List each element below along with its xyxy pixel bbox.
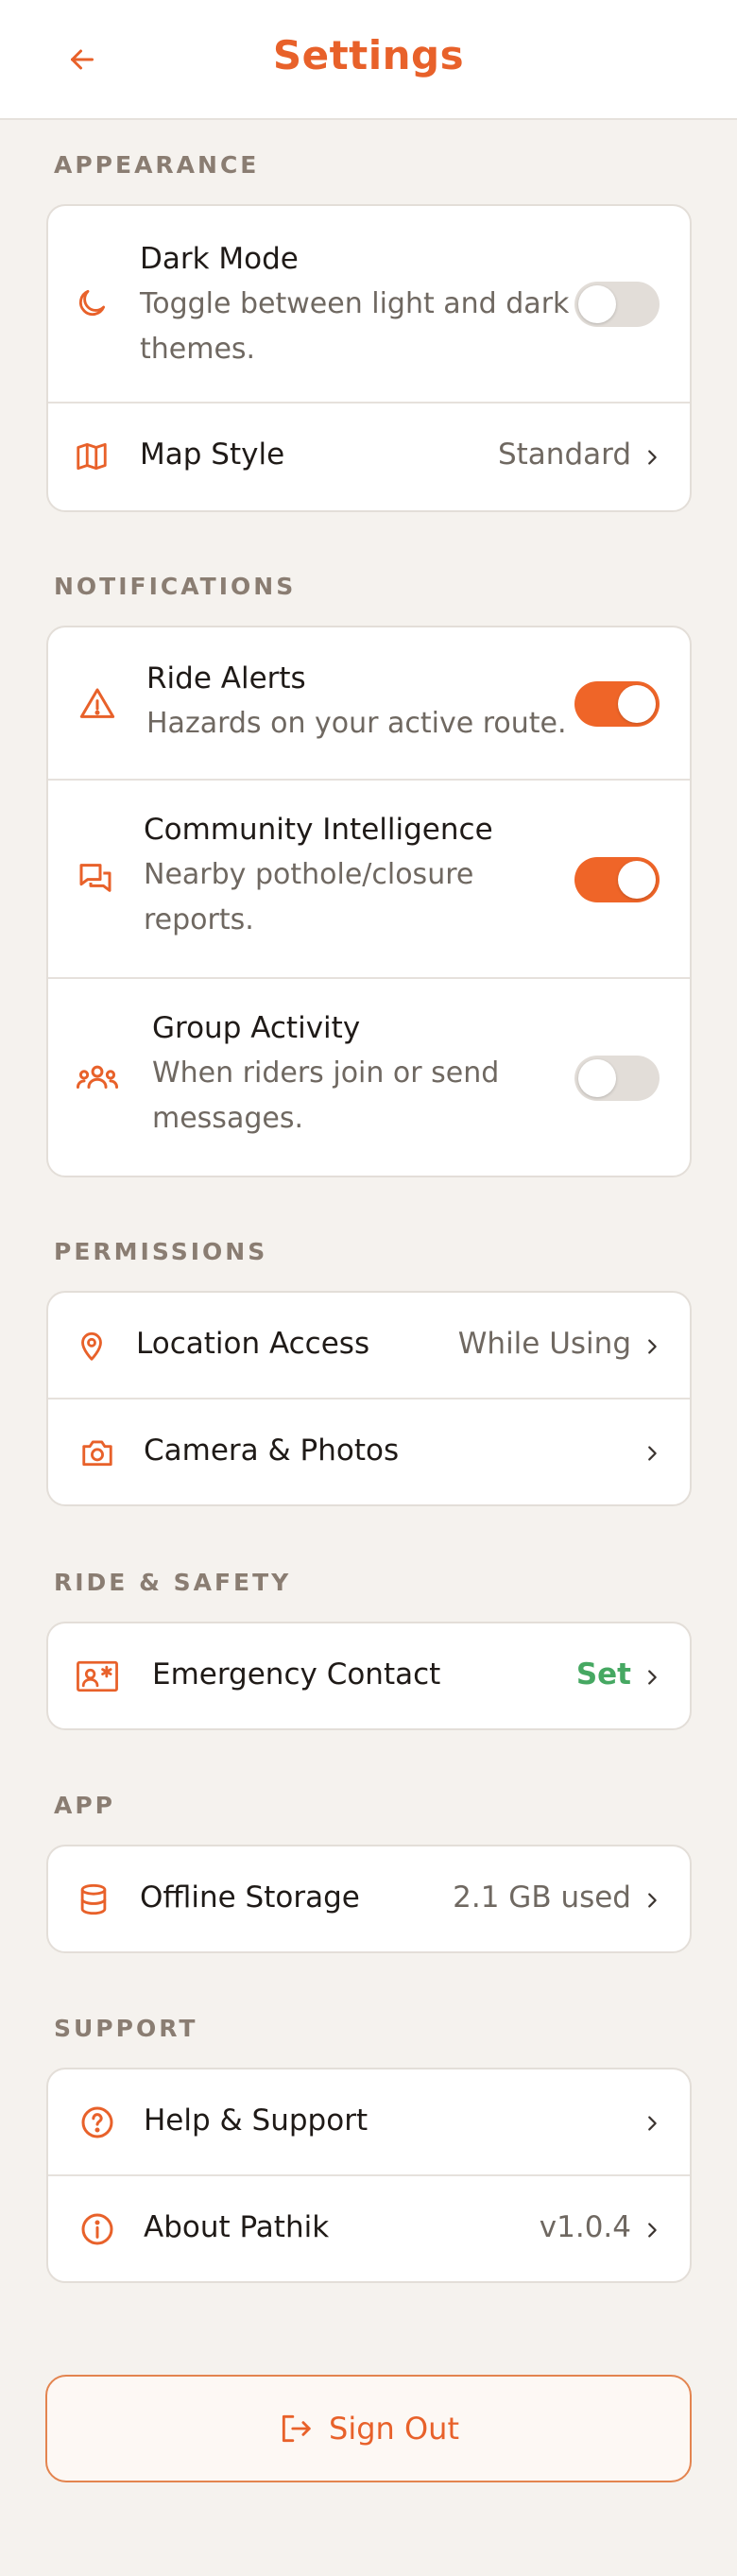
camera-photos-title: Camera & Photos: [144, 1434, 400, 1468]
section-label-support: SUPPORT: [54, 2015, 198, 2042]
chevron-right-icon: [641, 2219, 663, 2241]
row-about[interactable]: About Pathik v1.0.4: [48, 2176, 690, 2281]
camera-icon: [76, 1431, 119, 1474]
toggle-knob: [578, 285, 616, 323]
row-map-style[interactable]: Map Style Standard: [48, 404, 690, 510]
row-help-support[interactable]: Help & Support: [48, 2069, 690, 2176]
help-icon: [76, 2101, 119, 2144]
offline-storage-title: Offline Storage: [140, 1880, 360, 1915]
section-label-notifications: NOTIFICATIONS: [54, 573, 297, 600]
about-title: About Pathik: [144, 2210, 330, 2244]
group-activity-toggle[interactable]: [574, 1056, 660, 1101]
group-icon: [76, 1055, 119, 1098]
chevron-right-icon: [641, 446, 663, 469]
map-style-title: Map Style: [140, 438, 285, 472]
section-label-permissions: PERMISSIONS: [54, 1238, 268, 1265]
emergency-contact-title: Emergency Contact: [152, 1657, 441, 1692]
notifications-card: Ride Alerts Hazards on your active route…: [46, 626, 692, 1177]
group-activity-title: Group Activity: [152, 1011, 361, 1045]
chevron-right-icon: [641, 2112, 663, 2135]
section-label-appearance: APPEARANCE: [54, 151, 260, 179]
toggle-knob: [618, 685, 656, 723]
group-activity-subtitle: When riders join or send messages.: [152, 1056, 500, 1135]
offline-storage-value: 2.1 GB used: [453, 1880, 631, 1915]
toggle-knob: [578, 1059, 616, 1097]
moon-icon: [70, 282, 113, 325]
help-support-title: Help & Support: [144, 2104, 368, 2138]
row-community-intelligence: Community Intelligence Nearby pothole/cl…: [48, 781, 690, 979]
location-access-value: While Using: [457, 1327, 631, 1361]
info-icon: [76, 2207, 119, 2251]
emergency-contact-value: Set: [575, 1657, 631, 1692]
about-version: v1.0.4: [539, 2210, 631, 2244]
sign-out-label: Sign Out: [329, 2411, 459, 2447]
support-card: Help & Support About Pathik v1.0.4: [46, 2068, 692, 2283]
section-label-ride-safety: RIDE & SAFETY: [54, 1569, 292, 1596]
chevron-right-icon: [641, 1442, 663, 1465]
chat-icon: [74, 856, 117, 900]
chevron-right-icon: [641, 1335, 663, 1358]
emergency-contact-icon: [76, 1655, 119, 1698]
row-dark-mode: Dark Mode Toggle between light and dark …: [48, 206, 690, 404]
map-icon: [70, 435, 113, 478]
row-offline-storage[interactable]: Offline Storage 2.1 GB used: [48, 1846, 690, 1951]
row-camera-photos[interactable]: Camera & Photos: [48, 1400, 690, 1504]
community-title: Community Intelligence: [144, 813, 493, 847]
ride-alerts-subtitle: Hazards on your active route.: [146, 707, 567, 740]
permissions-card: Location Access While Using Camera & Pho…: [46, 1291, 692, 1506]
ride-alerts-title: Ride Alerts: [146, 661, 306, 696]
map-style-value: Standard: [497, 438, 631, 472]
row-location-access[interactable]: Location Access While Using: [48, 1293, 690, 1400]
sign-out-button[interactable]: Sign Out: [45, 2375, 692, 2482]
sign-out-icon: [282, 2414, 311, 2443]
section-label-app: APP: [54, 1792, 115, 1819]
dark-mode-subtitle: Toggle between light and dark themes.: [140, 287, 570, 366]
dark-mode-toggle[interactable]: [574, 282, 660, 327]
appearance-card: Dark Mode Toggle between light and dark …: [46, 204, 692, 512]
warning-icon: [76, 682, 119, 726]
chevron-right-icon: [641, 1889, 663, 1912]
database-icon: [72, 1878, 115, 1921]
app-card: Offline Storage 2.1 GB used: [46, 1845, 692, 1953]
community-subtitle: Nearby pothole/closure reports.: [144, 858, 474, 936]
ride-safety-card: Emergency Contact Set: [46, 1622, 692, 1730]
top-bar: Settings: [0, 0, 737, 120]
chevron-right-icon: [641, 1666, 663, 1689]
row-group-activity: Group Activity When riders join or send …: [48, 979, 690, 1176]
location-pin-icon: [70, 1324, 113, 1367]
ride-alerts-toggle[interactable]: [574, 681, 660, 727]
community-toggle[interactable]: [574, 857, 660, 902]
location-access-title: Location Access: [136, 1327, 370, 1361]
page-title: Settings: [272, 32, 465, 78]
toggle-knob: [618, 861, 656, 899]
dark-mode-title: Dark Mode: [140, 242, 299, 276]
row-emergency-contact[interactable]: Emergency Contact Set: [48, 1623, 690, 1728]
row-ride-alerts: Ride Alerts Hazards on your active route…: [48, 627, 690, 781]
